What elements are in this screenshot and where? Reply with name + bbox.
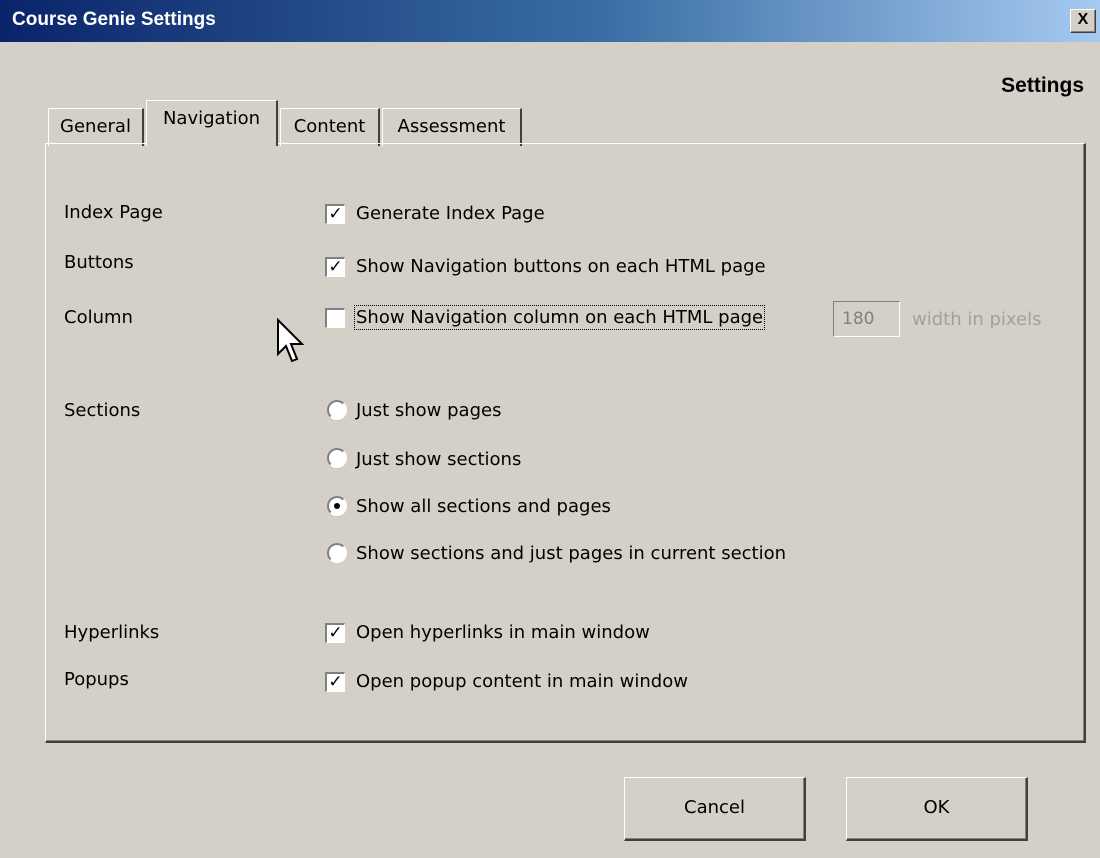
tab-assessment[interactable]: Assessment [382,108,522,146]
checkmark-icon: ✓ [328,204,343,224]
radio-just-show-pages[interactable] [327,400,347,420]
window-title: Course Genie Settings [12,9,216,30]
tab-content[interactable]: Content [280,108,380,146]
hyperlinks-label: Hyperlinks [64,622,160,643]
show-navigation-column-label[interactable]: Show Navigation column on each HTML page [353,305,766,330]
just-show-pages-label[interactable]: Just show pages [356,400,501,421]
generate-index-page-label[interactable]: Generate Index Page [356,203,545,224]
title-bar: Course Genie Settings X [0,0,1100,42]
show-navigation-buttons-checkbox[interactable]: ✓ [325,257,345,277]
show-all-sections-and-pages-label[interactable]: Show all sections and pages [356,496,611,517]
checkmark-icon: ✓ [328,257,343,277]
navigation-tab-panel [45,143,1086,743]
show-sections-current-label[interactable]: Show sections and just pages in current … [356,543,786,564]
column-width-input[interactable]: 180 [833,301,900,337]
sections-label: Sections [64,400,141,421]
tab-general[interactable]: General [48,108,144,146]
buttons-label: Buttons [64,252,134,273]
checkmark-icon: ✓ [328,672,343,692]
settings-heading: Settings [1001,74,1084,97]
radio-just-show-sections[interactable] [327,448,347,468]
arrow-cursor-icon [277,318,304,363]
open-popup-label[interactable]: Open popup content in main window [356,671,688,692]
column-label: Column [64,307,133,328]
just-show-sections-label[interactable]: Just show sections [356,449,521,470]
radio-show-all-sections-and-pages[interactable] [327,496,347,516]
open-popup-checkbox[interactable]: ✓ [325,672,345,692]
checkmark-icon: ✓ [328,623,343,643]
cancel-button[interactable]: Cancel [624,777,806,841]
width-in-pixels-label: width in pixels [912,309,1042,330]
show-navigation-column-checkbox[interactable] [325,308,345,328]
open-hyperlinks-checkbox[interactable]: ✓ [325,623,345,643]
index-page-label: Index Page [64,202,163,223]
ok-button[interactable]: OK [846,777,1028,841]
radio-selected-dot [334,503,340,509]
generate-index-page-checkbox[interactable]: ✓ [325,204,345,224]
radio-show-sections-current[interactable] [327,543,347,563]
show-navigation-buttons-label[interactable]: Show Navigation buttons on each HTML pag… [356,256,766,277]
popups-label: Popups [64,669,129,690]
tab-navigation[interactable]: Navigation [146,100,278,146]
open-hyperlinks-label[interactable]: Open hyperlinks in main window [356,622,650,643]
close-button[interactable]: X [1070,9,1096,33]
